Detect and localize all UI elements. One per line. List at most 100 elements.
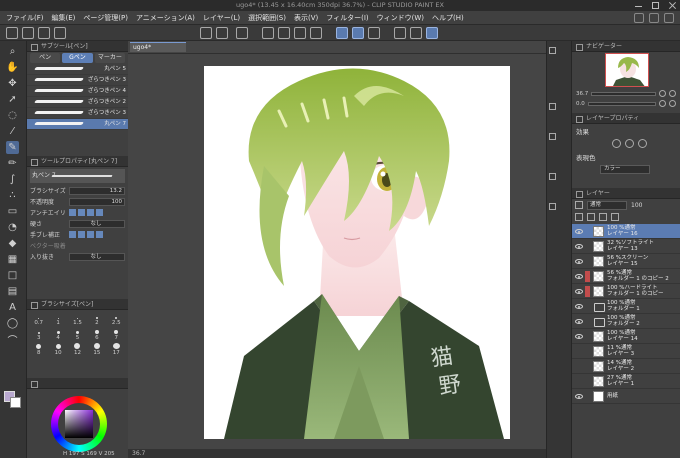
visibility-eye-icon[interactable] bbox=[575, 393, 583, 399]
expression-color-select[interactable]: カラー bbox=[600, 165, 650, 174]
pen-icon[interactable]: ✎ bbox=[6, 141, 19, 154]
size-preset[interactable]: 17 bbox=[107, 343, 126, 356]
menu-animation[interactable]: アニメーション(A) bbox=[136, 13, 195, 23]
move-icon[interactable]: ✥ bbox=[6, 77, 19, 90]
close-icon[interactable] bbox=[669, 2, 676, 9]
material-icon[interactable] bbox=[549, 101, 571, 111]
size-preset[interactable]: 12 bbox=[68, 343, 87, 356]
layer-row[interactable]: 100 %ハードライト フォルダー 1 のコピー bbox=[572, 284, 680, 299]
balloon-icon[interactable]: ◯ bbox=[6, 317, 19, 330]
prop-hardness[interactable]: 硬さ なし bbox=[27, 218, 128, 229]
tone-effect-icon[interactable] bbox=[625, 139, 634, 148]
visibility-eye-icon[interactable] bbox=[575, 228, 583, 234]
size-preset[interactable]: 8 bbox=[29, 343, 48, 356]
size-preset[interactable]: 2.5 bbox=[107, 313, 126, 326]
visibility-eye-icon[interactable] bbox=[575, 243, 583, 249]
eraser-mode-icon[interactable] bbox=[394, 27, 406, 39]
blend-mode-select[interactable]: 通常 bbox=[587, 200, 627, 210]
home-icon[interactable] bbox=[6, 27, 18, 39]
visibility-eye-icon[interactable] bbox=[575, 379, 583, 384]
layer-row[interactable]: 27 %通常 レイヤー 1 bbox=[572, 374, 680, 389]
visibility-eye-icon[interactable] bbox=[575, 333, 583, 339]
text-icon[interactable]: A bbox=[6, 301, 19, 314]
rotate-right-icon[interactable] bbox=[669, 100, 676, 107]
airbrush-icon[interactable]: ∴ bbox=[6, 189, 19, 202]
size-preset[interactable]: 2 bbox=[87, 313, 106, 326]
size-preset[interactable]: 0.7 bbox=[29, 313, 48, 326]
zoom-icon[interactable]: ⌕ bbox=[6, 45, 19, 58]
hand-icon[interactable]: ✋ bbox=[6, 61, 19, 74]
layer-row[interactable]: 56 %スクリーン レイヤー 15 bbox=[572, 254, 680, 269]
size-preset[interactable]: 7 bbox=[107, 328, 126, 341]
special-ruler-icon[interactable] bbox=[352, 27, 364, 39]
maximize-icon[interactable] bbox=[652, 2, 659, 9]
fill-bucket-icon[interactable]: ◆ bbox=[6, 237, 19, 250]
menu-edit[interactable]: 編集(E) bbox=[52, 13, 76, 23]
operation-icon[interactable]: ➚ bbox=[6, 93, 19, 106]
new-file-icon[interactable] bbox=[22, 27, 34, 39]
prop-opacity[interactable]: 不透明度 100 bbox=[27, 196, 128, 207]
start-end-field[interactable]: なし bbox=[69, 252, 125, 261]
layer-row[interactable]: 11 %通常 レイヤー 3 bbox=[572, 344, 680, 359]
rotate-left-icon[interactable] bbox=[659, 100, 666, 107]
menu-page[interactable]: ページ管理(P) bbox=[83, 13, 128, 23]
prop-antialias[interactable]: アンチエイリアス bbox=[27, 207, 128, 218]
visibility-eye-icon[interactable] bbox=[575, 349, 583, 354]
menu-selection[interactable]: 選択範囲(S) bbox=[248, 13, 286, 23]
brush-item[interactable]: 丸ペン 5 bbox=[27, 64, 128, 75]
prop-stabilization[interactable]: 手ブレ補正 bbox=[27, 229, 128, 240]
clip-icon[interactable] bbox=[575, 213, 583, 221]
size-preset[interactable]: 10 bbox=[48, 343, 67, 356]
transform-icon[interactable] bbox=[294, 27, 306, 39]
prop-vector-snap[interactable]: ベクター吸着 bbox=[27, 240, 128, 251]
visibility-eye-icon[interactable] bbox=[575, 364, 583, 369]
hardness-field[interactable]: なし bbox=[69, 219, 125, 228]
correct-line-icon[interactable]: ⌒ bbox=[6, 333, 19, 347]
layer-row[interactable]: 56 %通常 フォルダー 1 のコピー 2 bbox=[572, 269, 680, 284]
opacity-field[interactable]: 100 bbox=[69, 197, 125, 206]
minimize-icon[interactable] bbox=[635, 2, 642, 7]
clear-icon[interactable] bbox=[278, 27, 290, 39]
blend-icon[interactable]: ◔ bbox=[6, 221, 19, 234]
eraser-icon[interactable]: ▭ bbox=[6, 205, 19, 218]
prop-start-end[interactable]: 入り抜き なし bbox=[27, 251, 128, 262]
zoom-slider[interactable] bbox=[591, 91, 656, 96]
size-preset[interactable]: 4 bbox=[48, 328, 67, 341]
auto-action-icon[interactable] bbox=[549, 171, 571, 181]
menu-layer[interactable]: レイヤー(L) bbox=[203, 13, 240, 23]
grid-snap-icon[interactable] bbox=[368, 27, 380, 39]
menu-window[interactable]: ウィンドウ(W) bbox=[377, 13, 424, 23]
visibility-eye-icon[interactable] bbox=[575, 288, 583, 294]
size-preset[interactable]: 5 bbox=[68, 328, 87, 341]
save-icon[interactable] bbox=[54, 27, 66, 39]
brush-item[interactable]: ざらつきペン 4 bbox=[27, 86, 128, 97]
menu-help[interactable]: ヘルプ(H) bbox=[432, 13, 464, 23]
redo-icon[interactable] bbox=[216, 27, 228, 39]
brush-item[interactable]: ざらつきペン 2 bbox=[27, 97, 128, 108]
cloud-icon[interactable] bbox=[634, 13, 644, 23]
fill-icon[interactable] bbox=[262, 27, 274, 39]
navigator-tab-icon[interactable] bbox=[549, 45, 571, 55]
brush-item[interactable]: ざらつきペン 3 bbox=[27, 108, 128, 119]
size-preset[interactable]: 3 bbox=[29, 328, 48, 341]
lock-icon[interactable] bbox=[599, 213, 607, 221]
size-preset[interactable]: 15 bbox=[87, 343, 106, 356]
brush-item-selected[interactable]: 丸ペン 7 bbox=[27, 119, 128, 130]
mask-icon[interactable] bbox=[611, 213, 619, 221]
border-effect-icon[interactable] bbox=[612, 139, 621, 148]
layer-row[interactable]: 32 %ソフトライト レイヤー 13 bbox=[572, 239, 680, 254]
fill-mode-icon[interactable] bbox=[426, 27, 438, 39]
layer-panel-menu-icon[interactable] bbox=[575, 201, 583, 209]
tab-pen[interactable]: ペン bbox=[30, 53, 61, 63]
menu-filter[interactable]: フィルター(I) bbox=[326, 13, 368, 23]
zoom-out-icon[interactable] bbox=[669, 90, 676, 97]
brush-size-field[interactable]: 13.2 bbox=[69, 186, 125, 195]
menu-file[interactable]: ファイル(F) bbox=[6, 13, 44, 23]
layer-color-icon[interactable] bbox=[638, 139, 647, 148]
layer-row[interactable]: 100 %通常 フォルダー 1 bbox=[572, 299, 680, 314]
brush-item[interactable]: ざらつきペン 3 bbox=[27, 75, 128, 86]
navigator-thumbnail[interactable] bbox=[605, 53, 649, 87]
visibility-eye-icon[interactable] bbox=[575, 303, 583, 309]
reference-icon[interactable] bbox=[587, 213, 595, 221]
size-preset[interactable]: 6 bbox=[87, 328, 106, 341]
